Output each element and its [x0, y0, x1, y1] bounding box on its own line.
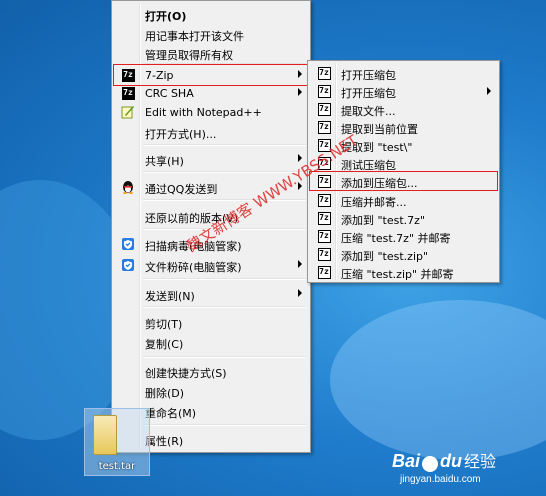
menu-item-label: 打开压缩包 — [341, 69, 396, 82]
baidu-jingyan-logo: Bai du 经验 jingyan.baidu.com — [392, 448, 496, 485]
qq-penguin-icon — [120, 180, 136, 194]
submenu-arrow-icon — [298, 88, 302, 96]
menu-item-label: 测试压缩包 — [341, 159, 396, 172]
menu-item-label: 打开压缩包 — [341, 87, 396, 100]
menu-item-label: 压缩 "test.zip" 并邮寄 — [341, 268, 454, 281]
menu-item-label: 发送到(N) — [145, 290, 195, 303]
menu-item-label: CRC SHA — [145, 87, 194, 100]
menu-item-open-with[interactable]: 打开方式(H)... — [114, 122, 308, 142]
menu-item-label: 用记事本打开该文件 — [145, 30, 244, 43]
notepad-plus-icon — [120, 105, 136, 119]
shield-icon — [120, 237, 136, 251]
menu-item-file-shred[interactable]: 文件粉碎(电脑管家) — [114, 255, 308, 275]
menu-separator — [143, 356, 306, 358]
menu-item-delete[interactable]: 删除(D) — [114, 381, 308, 401]
background-swoosh — [330, 300, 546, 460]
menu-item-label: 重命名(M) — [145, 407, 197, 420]
7zip-icon: 7z — [316, 102, 332, 116]
menu-item-label: 提取文件... — [341, 105, 396, 118]
submenu-item-extract-here[interactable]: 7z 提取到当前位置 — [310, 118, 497, 136]
menu-item-label: 管理员取得所有权 — [145, 49, 233, 62]
menu-item-edit-notepadpp[interactable]: Edit with Notepad++ — [114, 102, 308, 122]
7zip-icon: 7z — [316, 66, 332, 80]
menu-item-label: 添加到 "test.7z" — [341, 214, 426, 227]
7zip-icon: 7z — [120, 68, 136, 82]
submenu-item-open-archive-as[interactable]: 7z 打开压缩包 — [310, 82, 497, 100]
paw-icon — [422, 456, 439, 473]
menu-item-copy[interactable]: 复制(C) — [114, 332, 308, 352]
submenu-item-compress-7z-email[interactable]: 7z 压缩 "test.7z" 并邮寄 — [310, 227, 497, 245]
menu-item-label: 剪切(T) — [145, 318, 183, 331]
7zip-icon: 7z — [316, 211, 332, 225]
7zip-icon: 7z — [316, 193, 332, 207]
menu-separator — [143, 278, 306, 280]
shield-icon — [120, 258, 136, 272]
menu-separator — [143, 306, 306, 308]
menu-item-label: 打开(O) — [145, 10, 187, 23]
submenu-item-add-to-archive[interactable]: 7z 添加到压缩包... — [309, 171, 498, 191]
menu-item-label: 压缩 "test.7z" 并邮寄 — [341, 232, 451, 245]
7zip-submenu: 7z 打开压缩包 7z 打开压缩包 7z 提取文件... 7z 提取到当前位置 … — [307, 60, 500, 283]
jingyan-text: 经验 — [464, 454, 497, 471]
menu-item-open-with-notepad[interactable]: 用记事本打开该文件 — [114, 24, 308, 44]
file-icon — [93, 415, 117, 455]
menu-item-label: 文件粉碎(电脑管家) — [145, 261, 242, 274]
submenu-item-add-to-7z[interactable]: 7z 添加到 "test.7z" — [310, 209, 497, 227]
submenu-item-compress-and-email[interactable]: 7z 压缩并邮寄... — [310, 191, 497, 209]
7zip-icon: 7z — [316, 120, 332, 134]
menu-item-label: 复制(C) — [145, 338, 184, 351]
baidu-logo-text-2: du — [440, 451, 463, 471]
menu-item-take-ownership[interactable]: 管理员取得所有权 — [114, 43, 308, 63]
7zip-icon: 7z — [316, 265, 332, 279]
menu-item-label: 打开方式(H)... — [145, 128, 217, 141]
7zip-icon: 7z — [316, 247, 332, 261]
submenu-arrow-icon — [298, 70, 302, 78]
menu-item-open[interactable]: 打开(O) — [114, 4, 308, 24]
submenu-item-compress-zip-email[interactable]: 7z 压缩 "test.zip" 并邮寄 — [310, 263, 497, 281]
submenu-arrow-icon — [298, 260, 302, 268]
menu-item-cut[interactable]: 剪切(T) — [114, 312, 308, 332]
desktop-file-icon[interactable]: test.tar — [84, 408, 150, 476]
menu-separator — [143, 144, 306, 146]
menu-item-share[interactable]: 共享(H) — [114, 149, 308, 169]
submenu-item-open-archive[interactable]: 7z 打开压缩包 — [310, 64, 497, 82]
file-name: test.tar — [98, 461, 136, 472]
brand-url: jingyan.baidu.com — [400, 474, 481, 486]
menu-item-label: 添加到压缩包... — [341, 177, 418, 190]
7zip-icon: 7z — [316, 174, 332, 188]
submenu-arrow-icon — [298, 289, 302, 297]
menu-item-label: 属性(R) — [145, 435, 184, 448]
menu-item-label: 创建快捷方式(S) — [145, 367, 227, 380]
menu-item-label: 共享(H) — [145, 155, 184, 168]
7zip-icon: 7z — [120, 86, 136, 100]
menu-item-label: 7-Zip — [145, 69, 174, 82]
menu-item-label: 删除(D) — [145, 387, 185, 400]
submenu-item-extract-files[interactable]: 7z 提取文件... — [310, 100, 497, 118]
7zip-icon: 7z — [316, 229, 332, 243]
submenu-item-add-to-zip[interactable]: 7z 添加到 "test.zip" — [310, 245, 497, 263]
menu-item-label: Edit with Notepad++ — [145, 106, 262, 119]
submenu-arrow-icon — [487, 87, 491, 95]
menu-item-send-to[interactable]: 发送到(N) — [114, 284, 308, 304]
menu-item-label: 通过QQ发送到 — [145, 183, 218, 196]
menu-item-create-shortcut[interactable]: 创建快捷方式(S) — [114, 361, 308, 381]
menu-item-label: 添加到 "test.zip" — [341, 250, 429, 263]
7zip-icon: 7z — [316, 84, 332, 98]
menu-separator — [143, 199, 306, 201]
menu-item-7zip[interactable]: 7z 7-Zip — [113, 64, 309, 86]
menu-item-label: 压缩并邮寄... — [341, 196, 407, 209]
baidu-logo-text: Bai — [392, 451, 421, 471]
menu-separator — [143, 424, 306, 426]
menu-item-crc-sha[interactable]: 7z CRC SHA — [114, 83, 308, 103]
